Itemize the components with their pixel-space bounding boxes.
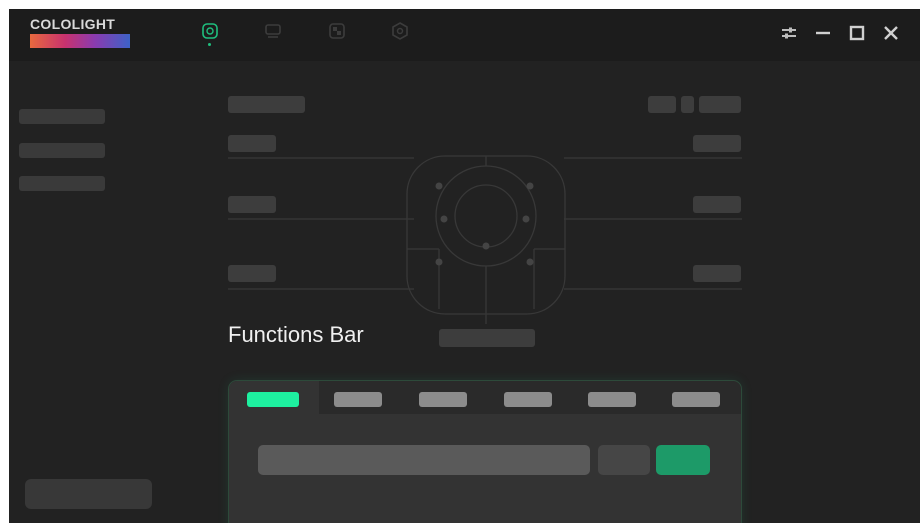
- left-label-2: [228, 196, 276, 213]
- tab-2[interactable]: [334, 392, 382, 407]
- right-label-2: [693, 196, 741, 213]
- app-window: COLOLIGHT Functions Bar: [9, 9, 920, 523]
- header-pill-3[interactable]: [699, 96, 741, 113]
- header-pill-2[interactable]: [681, 96, 694, 113]
- function-tabs: [229, 381, 741, 414]
- secondary-button[interactable]: [598, 445, 650, 475]
- section-title: Functions Bar: [228, 322, 364, 347]
- right-label-3: [693, 265, 741, 282]
- tab-5[interactable]: [588, 392, 636, 407]
- tab-1[interactable]: [247, 392, 299, 407]
- right-label-1: [693, 135, 741, 152]
- tab-4[interactable]: [504, 392, 552, 407]
- left-label-1: [228, 135, 276, 152]
- tab-6[interactable]: [672, 392, 720, 407]
- functions-panel: [229, 381, 741, 523]
- header-pill-1[interactable]: [648, 96, 676, 113]
- function-input[interactable]: [258, 445, 590, 475]
- center-label: [439, 329, 535, 347]
- tab-3[interactable]: [419, 392, 467, 407]
- header-placeholder: [228, 96, 305, 113]
- confirm-button[interactable]: [656, 445, 710, 475]
- left-label-3: [228, 265, 276, 282]
